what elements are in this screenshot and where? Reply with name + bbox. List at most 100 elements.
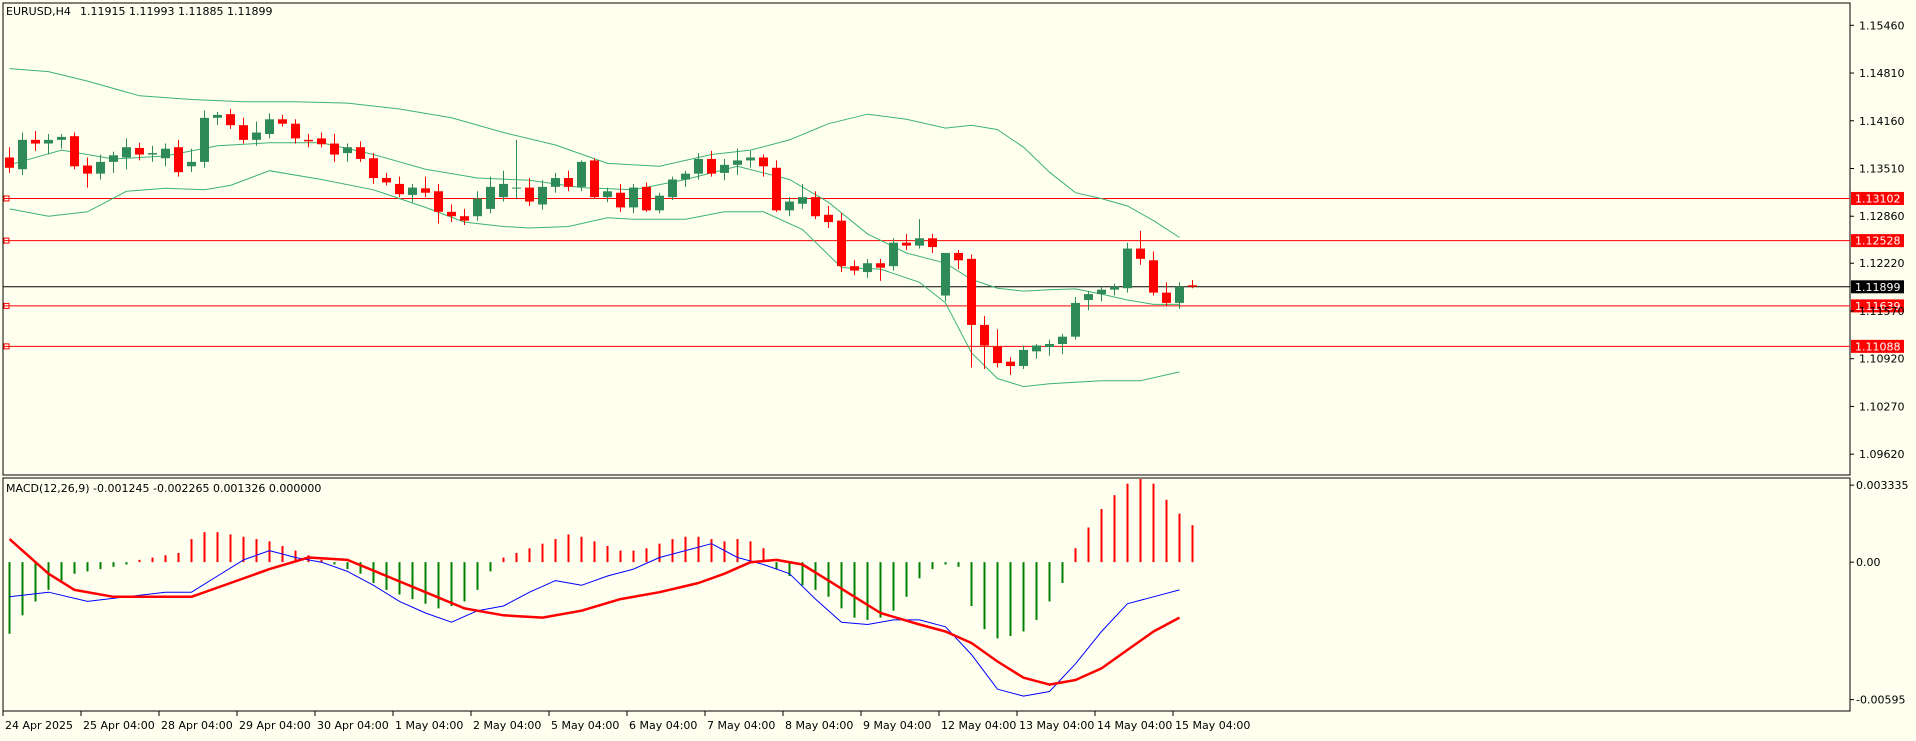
candle-body [720, 164, 729, 173]
candle-body [1110, 286, 1119, 290]
price-axis-label: 1.14160 [1859, 115, 1905, 128]
candle [772, 160, 781, 212]
candle-body [96, 161, 105, 174]
candle [1019, 345, 1028, 369]
candle-body [564, 178, 573, 187]
candle-body [161, 148, 170, 159]
candle-body [681, 173, 690, 180]
time-axis-label: 25 Apr 04:00 [83, 719, 155, 732]
candle-body [18, 139, 27, 170]
time-axis-label: 8 May 04:00 [785, 719, 853, 732]
candle-body [603, 191, 612, 198]
candle-body [226, 114, 235, 126]
candle-body [486, 186, 495, 209]
candle-body [83, 165, 92, 174]
candle-body [1032, 345, 1041, 352]
candle [681, 170, 690, 187]
candle [317, 132, 326, 148]
time-axis-label: 7 May 04:00 [707, 719, 775, 732]
main-pane[interactable] [2, 2, 1851, 476]
candle [564, 170, 573, 192]
candle-body [863, 263, 872, 273]
candle-body [291, 123, 300, 139]
candle-body [954, 252, 963, 261]
time-axis-label: 15 May 04:00 [1175, 719, 1250, 732]
candle-body [824, 214, 833, 223]
candle-body [57, 136, 66, 140]
candle [512, 139, 521, 199]
candle [122, 138, 131, 170]
time-axis-label: 13 May 04:00 [1019, 719, 1094, 732]
candle-body [629, 187, 638, 208]
candle [343, 143, 352, 162]
candle-body [811, 197, 820, 217]
candle [304, 133, 313, 148]
macd-pane[interactable] [2, 477, 1851, 712]
candle-body [460, 216, 469, 221]
candle-body [655, 195, 664, 211]
candle [798, 183, 807, 209]
time-axis-label: 29 Apr 04:00 [239, 719, 311, 732]
candle-body [70, 136, 79, 167]
candle-body [980, 324, 989, 346]
candle [278, 114, 287, 127]
macd-axis-label: 0.003335 [1856, 479, 1909, 492]
candle-body [408, 187, 417, 195]
candle [161, 143, 170, 167]
candle [31, 131, 40, 151]
bollinger-lower-band [9, 170, 1180, 388]
candle-body [447, 211, 456, 217]
candle-body [148, 153, 157, 155]
candle [369, 153, 378, 184]
candle-body [1019, 349, 1028, 367]
candle [239, 117, 248, 144]
candle-body [850, 266, 859, 271]
candle [1123, 242, 1132, 293]
candle [629, 183, 638, 214]
candle [850, 260, 859, 275]
candle [1097, 286, 1106, 302]
candle [148, 145, 157, 162]
candle [1071, 297, 1080, 340]
candle [109, 151, 118, 173]
candle-body [837, 220, 846, 267]
candle-body [1058, 336, 1067, 345]
axis-layer: 1.131021.125281.116391.110881.154601.148… [2, 19, 1909, 732]
candle-body [668, 179, 677, 198]
candle-body [382, 178, 391, 183]
price-axis-label: 1.13510 [1859, 163, 1905, 176]
candle [889, 238, 898, 271]
candle [486, 176, 495, 214]
candle [1149, 251, 1158, 296]
candle-body [512, 187, 521, 189]
chart-canvas[interactable]: 1.131021.125281.116391.110881.154601.148… [0, 0, 1916, 737]
candle-body [1084, 294, 1093, 300]
candle-body [421, 188, 430, 193]
candle-body [1097, 289, 1106, 295]
candle-body [889, 242, 898, 267]
candle [434, 183, 443, 224]
price-axis-label: 1.11570 [1859, 305, 1905, 318]
candle [993, 329, 1002, 368]
candle-body [174, 147, 183, 173]
candle [44, 133, 53, 155]
candle [5, 147, 14, 173]
chart-window[interactable]: 1.13102 1.12528 1.11639 1.11088 1.15460 1.148… [0, 0, 1916, 737]
macd-axis-label: -0.00595 [1856, 694, 1905, 707]
candle [1006, 357, 1015, 375]
candle [746, 150, 755, 168]
candle-body [785, 201, 794, 211]
candle-body [1136, 248, 1145, 259]
candle [382, 172, 391, 186]
candle [915, 219, 924, 249]
candle-body [1006, 361, 1015, 367]
candle [863, 258, 872, 278]
candle-body [109, 155, 118, 162]
candle-body [356, 147, 365, 159]
price-axis-label: 1.10920 [1859, 353, 1905, 366]
candle-body [798, 197, 807, 204]
macd-main-line [9, 543, 1180, 697]
candle-body [746, 157, 755, 161]
price-axis-label: 1.09620 [1859, 448, 1905, 461]
candle-body [577, 161, 586, 187]
